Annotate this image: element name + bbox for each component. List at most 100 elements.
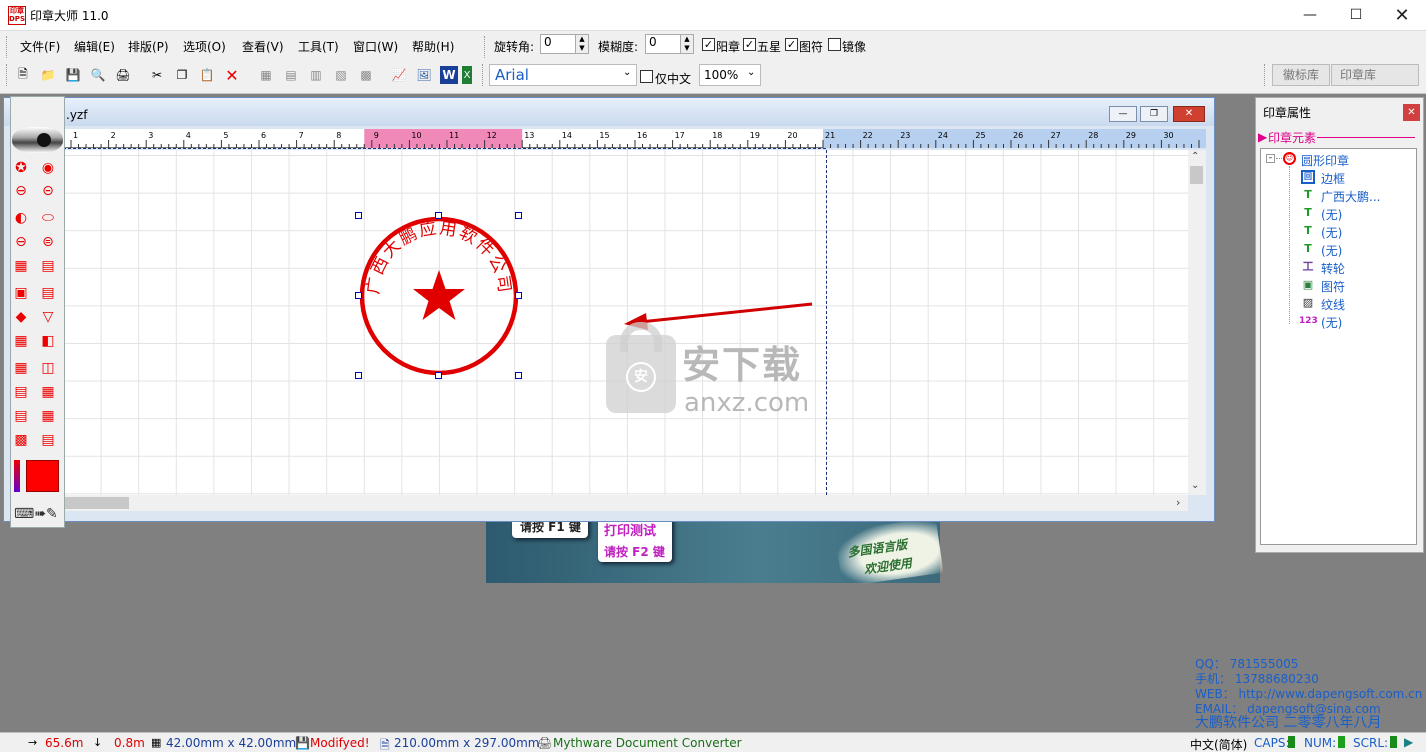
align-center-icon[interactable]: ▦ [257, 66, 275, 84]
menu-view[interactable]: 查看(V) [242, 38, 284, 55]
minimize-button[interactable]: — [1287, 0, 1333, 30]
table-e-icon[interactable]: ▤ [11, 406, 31, 426]
table-h-icon[interactable]: ▤ [38, 430, 58, 450]
diamond-icon[interactable]: ◆ [11, 307, 31, 327]
ellipse-star-icon[interactable]: ◐ [11, 208, 31, 228]
print-icon[interactable]: 🖨 [114, 66, 132, 84]
table-d-icon[interactable]: ▦ [38, 382, 58, 402]
menu-file[interactable]: 文件(F) [20, 38, 60, 55]
quad-grid-icon[interactable]: ▦ [11, 331, 31, 351]
copy-icon[interactable]: ❐ [173, 66, 191, 84]
align-bottom-icon[interactable]: ▩ [357, 66, 375, 84]
split-grid-icon[interactable]: ◧ [38, 331, 58, 351]
square-circle-icon[interactable]: ◉ [38, 158, 58, 178]
chart-icon[interactable]: 📈 [390, 66, 408, 84]
square-icon[interactable]: ▣ [11, 283, 31, 303]
font-select[interactable]: Arial [489, 64, 637, 86]
tree-item-text2[interactable]: (无) [1321, 206, 1342, 223]
scroll-down-icon[interactable]: ⌄ [1191, 480, 1199, 491]
star-circle-icon[interactable]: ✪ [11, 158, 31, 178]
open-folder-icon[interactable]: 📁 [39, 66, 57, 84]
eraser-icon[interactable]: ⌨➠✎ [14, 506, 58, 524]
resize-handle[interactable] [435, 372, 442, 379]
maximize-button[interactable]: ☐ [1333, 0, 1379, 30]
table-b-icon[interactable]: ◫ [38, 358, 58, 378]
circle-bars-icon[interactable]: ⊝ [38, 181, 58, 201]
vertical-scrollbar[interactable] [1188, 150, 1206, 495]
save-icon[interactable]: 💾 [64, 66, 82, 84]
delete-icon[interactable]: ✕ [223, 66, 241, 85]
table-g-icon[interactable]: ▩ [11, 430, 31, 450]
close-button[interactable]: ✕ [1379, 0, 1425, 30]
cut-icon[interactable]: ✂ [148, 66, 166, 84]
excel-icon[interactable]: X [462, 66, 472, 84]
doc-minimize-button[interactable]: — [1109, 106, 1137, 122]
rect-split-icon[interactable]: ▤ [38, 283, 58, 303]
menu-help[interactable]: 帮助(H) [412, 38, 454, 55]
tab-logo-library[interactable]: 徽标库 [1272, 64, 1330, 86]
tree-item-wheel[interactable]: 转轮 [1321, 260, 1345, 277]
menu-edit[interactable]: 编辑(E) [74, 38, 115, 55]
properties-close-button[interactable]: ✕ [1403, 104, 1420, 121]
print-preview-icon[interactable]: 🔍 [89, 66, 107, 84]
doc-close-button[interactable]: ✕ [1173, 106, 1205, 122]
table-f-icon[interactable]: ▦ [38, 406, 58, 426]
resize-handle[interactable] [355, 292, 362, 299]
tree-collapse-icon[interactable]: - [1266, 154, 1275, 163]
blur-spinner[interactable]: ▲ ▼ [680, 34, 694, 54]
resize-handle[interactable] [515, 292, 522, 299]
resize-handle[interactable] [515, 212, 522, 219]
circle-line-icon[interactable]: ⊖ [11, 181, 31, 201]
scroll-up-icon[interactable]: ⌃ [1191, 151, 1199, 162]
hscroll-thumb[interactable] [65, 497, 129, 509]
check-symbol[interactable]: ✓ [785, 38, 798, 51]
tree-item-pattern[interactable]: 纹线 [1321, 296, 1345, 313]
seal-graphic[interactable]: 广西大鹏应用软件公司 [355, 212, 523, 380]
table-a-icon[interactable]: ▦ [11, 358, 31, 378]
align-right-icon[interactable]: ▥ [307, 66, 325, 84]
align-left-icon[interactable]: ▤ [282, 66, 300, 84]
horizontal-scrollbar[interactable] [63, 495, 1188, 511]
ellipse-line-icon[interactable]: ⊖ [11, 232, 31, 252]
grid-wide-icon[interactable]: ▤ [38, 256, 58, 276]
menu-options[interactable]: 选项(O) [183, 38, 226, 55]
doc-restore-button[interactable]: ❐ [1140, 106, 1168, 122]
triangle-icon[interactable]: ▽ [38, 307, 58, 327]
resize-handle[interactable] [435, 212, 442, 219]
resize-handle[interactable] [355, 212, 362, 219]
resize-handle[interactable] [515, 372, 522, 379]
check-yang[interactable]: ✓ [702, 38, 715, 51]
tree-item-symbol[interactable]: 图符 [1321, 278, 1345, 295]
menu-layout[interactable]: 排版(P) [128, 38, 169, 55]
check-mirror[interactable] [828, 38, 841, 51]
tree-item-border[interactable]: 边框 [1321, 170, 1345, 187]
ellipse-bars-icon[interactable]: ⊜ [38, 232, 58, 252]
paste-icon[interactable]: 📋 [198, 66, 216, 84]
tree-item-text[interactable]: 广西大鹏... [1321, 188, 1380, 205]
color-swatch[interactable] [26, 460, 59, 492]
new-file-icon[interactable]: 🗎 [14, 66, 32, 84]
tab-seal-library[interactable]: 印章库 [1331, 64, 1419, 86]
rotation-spinner[interactable]: ▲ ▼ [575, 34, 589, 54]
menu-tools[interactable]: 工具(T) [298, 38, 339, 55]
grid-icon[interactable]: ▦ [11, 256, 31, 276]
check-star[interactable]: ✓ [743, 38, 756, 51]
tree-item-number[interactable]: (无) [1321, 314, 1342, 331]
rotation-input[interactable]: 0 [540, 34, 576, 54]
menu-window[interactable]: 窗口(W) [353, 38, 398, 55]
tree-item-round-seal[interactable]: 圆形印章 [1301, 152, 1349, 169]
chevron-down-icon[interactable]: ⌄ [747, 67, 755, 78]
ellipse-icon[interactable]: ⬭ [38, 208, 58, 228]
tree-item-text3[interactable]: (无) [1321, 224, 1342, 241]
word-icon[interactable]: W [440, 66, 458, 84]
tree-item-text4[interactable]: (无) [1321, 242, 1342, 259]
image-icon[interactable]: 🖼 [415, 66, 433, 84]
resize-handle[interactable] [355, 372, 362, 379]
table-c-icon[interactable]: ▤ [11, 382, 31, 402]
scroll-right-icon[interactable]: › [1176, 496, 1180, 509]
vscroll-thumb[interactable] [1190, 166, 1203, 184]
check-cn-only[interactable] [640, 70, 653, 83]
chevron-down-icon[interactable]: ⌄ [623, 67, 631, 78]
align-top-icon[interactable]: ▧ [332, 66, 350, 84]
color-gradient-icon[interactable] [14, 460, 20, 492]
